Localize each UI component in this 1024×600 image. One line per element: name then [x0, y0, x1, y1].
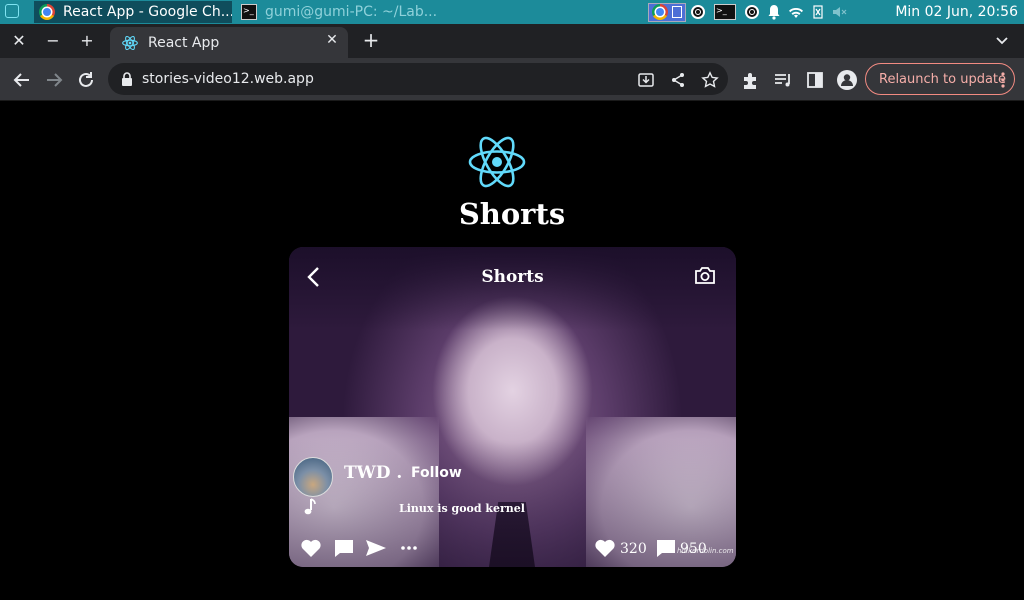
more-dots-icon[interactable]: [398, 538, 420, 558]
os-top-bar: React App - Google Ch... >_ gumi@gumi-PC…: [0, 0, 1024, 24]
browser-tab-active[interactable]: React App ✕: [110, 27, 348, 58]
username[interactable]: TWD .: [344, 463, 402, 483]
taskbar-item-label: gumi@gumi-PC: ~/Lab...: [265, 4, 438, 20]
forward-arrow-icon[interactable]: [43, 69, 65, 91]
install-app-icon[interactable]: [637, 71, 655, 89]
follow-button[interactable]: Follow: [411, 465, 462, 481]
short-video-player[interactable]: Shorts TWD . Follow Linux is good kernel…: [289, 247, 736, 567]
media-queue-icon[interactable]: [772, 69, 794, 91]
browser-tab-strip: ✕ − + React App ✕ +: [0, 24, 1024, 58]
volume-muted-icon[interactable]: [830, 3, 850, 22]
react-logo-icon: [468, 136, 526, 188]
comments-icon[interactable]: [655, 538, 677, 558]
notification-bell-icon[interactable]: [764, 3, 784, 22]
extensions-puzzle-icon[interactable]: [740, 69, 762, 91]
url-text[interactable]: stories-video12.web.app: [142, 71, 314, 87]
tray-app-2[interactable]: [742, 3, 762, 22]
address-bar[interactable]: stories-video12.web.app: [108, 63, 728, 95]
like-heart-icon[interactable]: [300, 538, 322, 558]
close-window-icon[interactable]: ✕: [7, 30, 31, 52]
video-watermark: hd.kerdolin.com: [677, 547, 734, 555]
share-send-icon[interactable]: [365, 538, 387, 558]
new-tab-button[interactable]: +: [360, 29, 382, 51]
music-note-icon: [304, 498, 316, 515]
window-icon: [672, 6, 682, 18]
minimize-window-icon[interactable]: −: [41, 30, 65, 52]
relaunch-label: Relaunch to update: [879, 71, 1007, 87]
terminal-icon: >_: [714, 4, 736, 20]
camera-icon[interactable]: [694, 265, 716, 285]
tab-close-icon[interactable]: ✕: [324, 32, 340, 52]
wifi-icon[interactable]: [786, 3, 806, 22]
comment-icon[interactable]: [333, 538, 355, 558]
battery-icon[interactable]: [808, 3, 828, 22]
profile-avatar-icon[interactable]: [836, 69, 858, 91]
app-launcher-icon[interactable]: [5, 4, 19, 18]
browser-toolbar: stories-video12.web.app Relaunch to upda…: [0, 58, 1024, 101]
back-arrow-icon[interactable]: [11, 69, 33, 91]
chrome-icon: [652, 4, 668, 20]
menu-dots-icon[interactable]: [1000, 70, 1006, 90]
web-page: Shorts Shorts TWD . Follow Linux is good…: [0, 101, 1024, 600]
user-avatar[interactable]: [293, 457, 333, 497]
app-icon: [691, 5, 705, 19]
tray-chrome-windows[interactable]: [648, 2, 686, 22]
chrome-icon: [39, 4, 55, 20]
relaunch-to-update-button[interactable]: Relaunch to update: [865, 63, 1015, 95]
lock-icon[interactable]: [120, 72, 134, 86]
page-title: Shorts: [458, 197, 566, 231]
react-favicon-icon: [122, 35, 138, 50]
tab-title: React App: [148, 34, 220, 51]
likes-count: 320: [620, 541, 647, 557]
system-clock[interactable]: Min 02 Jun, 20:56: [895, 0, 1018, 24]
video-header-title: Shorts: [481, 267, 544, 287]
app-icon: [745, 5, 759, 19]
taskbar-item-chrome[interactable]: React App - Google Ch...: [34, 1, 232, 23]
taskbar-item-terminal[interactable]: >_ gumi@gumi-PC: ~/Lab...: [236, 1, 440, 23]
taskbar-item-label: React App - Google Ch...: [63, 4, 232, 20]
tray-terminal[interactable]: >_: [710, 3, 740, 22]
video-overlay: [289, 247, 736, 567]
video-caption: Linux is good kernel: [399, 502, 525, 515]
share-icon[interactable]: [669, 71, 687, 89]
likes-heart-icon[interactable]: [594, 538, 616, 558]
tray-app-1[interactable]: [688, 3, 708, 22]
tab-search-chevron-icon[interactable]: [994, 30, 1010, 50]
terminal-icon: >_: [241, 4, 257, 20]
maximize-window-icon[interactable]: +: [75, 30, 99, 52]
system-tray: >_: [648, 2, 852, 22]
side-panel-icon[interactable]: [804, 69, 826, 91]
bookmark-star-icon[interactable]: [701, 71, 719, 89]
reload-icon[interactable]: [75, 69, 97, 91]
